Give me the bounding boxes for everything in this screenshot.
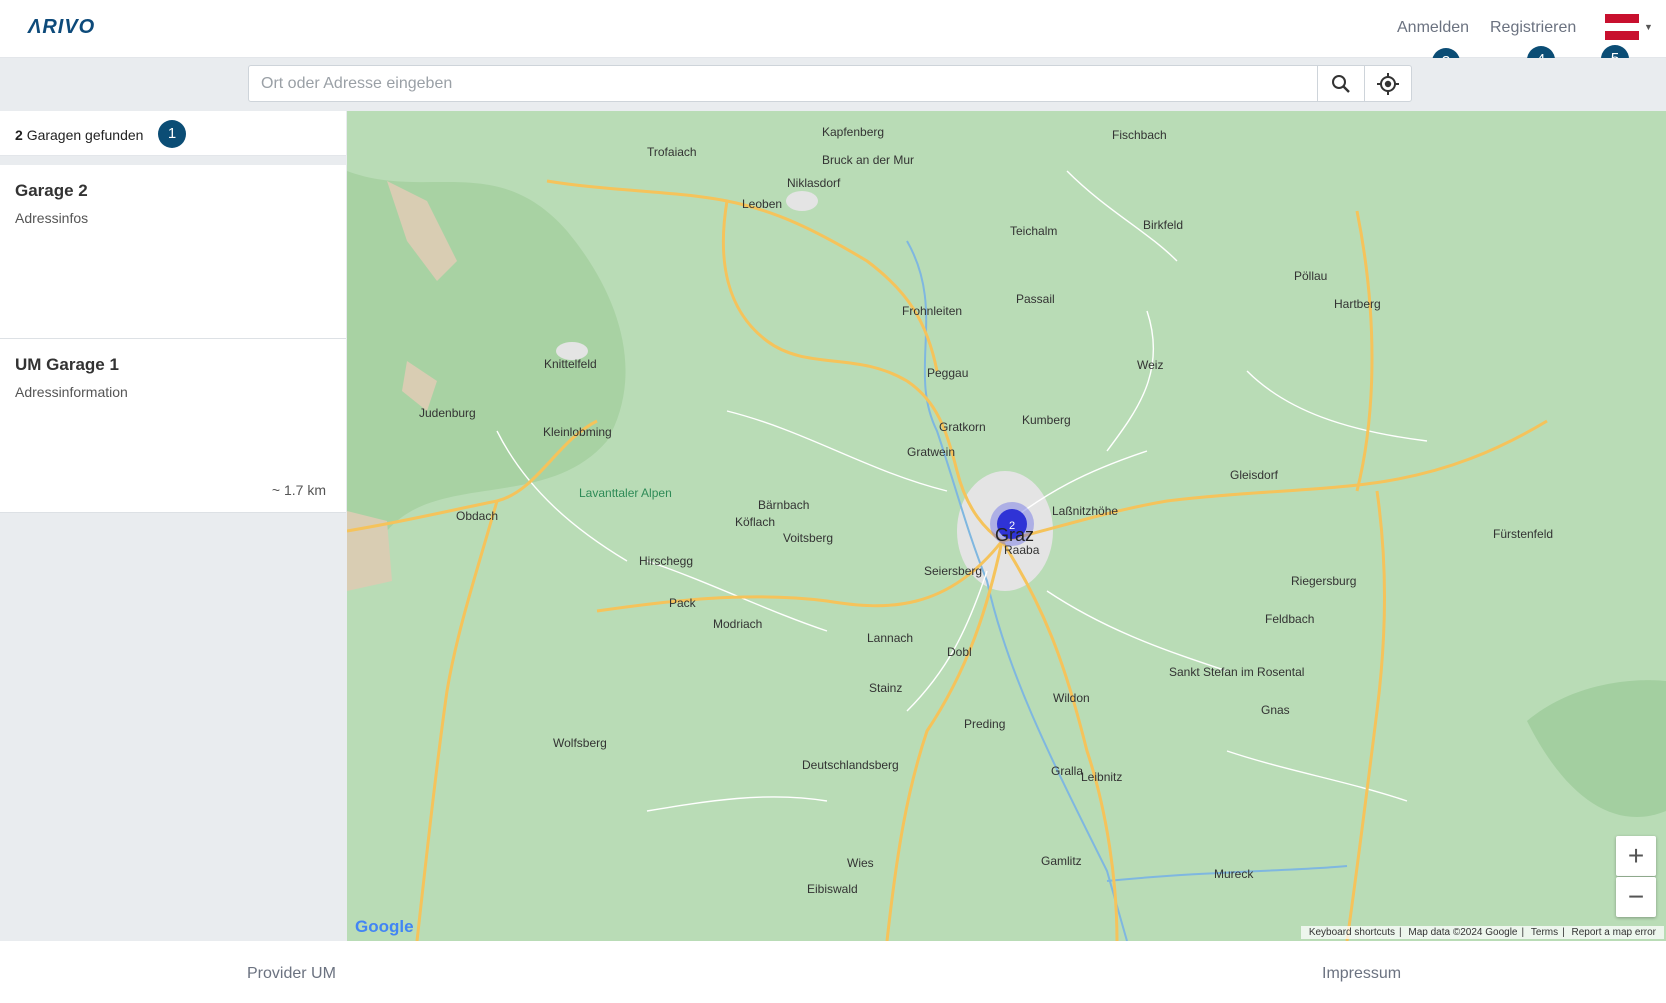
place-label: Mureck	[1214, 867, 1254, 881]
search-icon	[1332, 74, 1350, 93]
garage-title: UM Garage 1	[15, 355, 119, 374]
place-label: Niklasdorf	[787, 176, 841, 190]
place-label: Hirschegg	[639, 554, 693, 568]
map-data-credit: Map data ©2024 Google	[1408, 927, 1518, 938]
place-label: Fischbach	[1112, 128, 1167, 142]
place-label: Kleinlobming	[543, 425, 612, 439]
place-label: Eibiswald	[807, 882, 858, 896]
map-canvas[interactable]: Kapfenberg Bruck an der Mur Leoben Trofa…	[347, 111, 1666, 941]
place-label: Gratwein	[907, 445, 955, 459]
garage-address: Adressinfos	[15, 210, 89, 226]
place-label: Lavanttaler Alpen	[579, 486, 672, 500]
place-label: Voitsberg	[783, 531, 833, 545]
place-label: Stainz	[869, 681, 902, 695]
zoom-out-button[interactable]: −	[1616, 877, 1656, 917]
place-label: Leoben	[742, 197, 782, 211]
place-label: Riegersburg	[1291, 574, 1356, 588]
google-logo-text: Google	[355, 917, 414, 936]
place-label: Gleisdorf	[1230, 468, 1279, 482]
step-badge: 1	[158, 120, 186, 148]
terms-link[interactable]: Terms	[1531, 927, 1558, 938]
place-label: Gratkorn	[939, 420, 986, 434]
chevron-down-icon[interactable]: ▼	[1644, 22, 1653, 32]
garage-distance: ~ 1.7 km	[271, 482, 326, 498]
keyboard-shortcuts-link[interactable]: Keyboard shortcuts	[1309, 927, 1395, 938]
register-link[interactable]: Registrieren	[1490, 19, 1576, 37]
place-label: Passail	[1016, 292, 1055, 306]
place-label: Gralla	[1051, 764, 1083, 778]
place-label: Laßnitzhöhe	[1052, 504, 1118, 518]
place-label: Obdach	[456, 509, 498, 523]
place-label: Pöllau	[1294, 269, 1327, 283]
garage-card[interactable]: Garage 2 Adressinfos	[0, 165, 346, 339]
arivo-logo[interactable]: ΛRIVO	[28, 16, 95, 39]
place-label: Köflach	[735, 515, 775, 529]
place-label: Teichalm	[1010, 224, 1057, 238]
place-label: Sankt Stefan im Rosental	[1169, 665, 1304, 679]
place-label: Dobl	[947, 645, 972, 659]
google-logo: Google	[355, 917, 414, 937]
map-view[interactable]: Kapfenberg Bruck an der Mur Leoben Trofa…	[347, 111, 1666, 941]
place-label: Kumberg	[1022, 413, 1071, 427]
provider-link[interactable]: Provider UM	[247, 965, 336, 983]
place-label: Seiersberg	[924, 564, 982, 578]
place-label: Birkfeld	[1143, 218, 1183, 232]
place-label: Knittelfeld	[544, 357, 597, 371]
urban-area	[786, 191, 818, 211]
place-label: Peggau	[927, 366, 968, 380]
place-label: Kapfenberg	[822, 125, 884, 139]
locate-me-button[interactable]	[1364, 65, 1412, 102]
place-label: Judenburg	[419, 406, 476, 420]
report-error-link[interactable]: Report a map error	[1572, 927, 1656, 938]
place-label: Weiz	[1137, 358, 1163, 372]
place-label: Gnas	[1261, 703, 1290, 717]
place-label: Gamlitz	[1041, 854, 1082, 868]
place-label: Feldbach	[1265, 612, 1314, 626]
place-label: Bruck an der Mur	[822, 153, 914, 167]
results-header: 2 Garagen gefunden 1	[0, 111, 346, 156]
place-label: Wildon	[1053, 691, 1090, 705]
results-count-label: Garagen gefunden	[26, 127, 144, 143]
garage-card[interactable]: UM Garage 1 Adressinformation ~ 1.7 km	[0, 339, 346, 513]
place-label: Hartberg	[1334, 297, 1381, 311]
language-flag-icon[interactable]	[1605, 14, 1639, 40]
place-label: Lannach	[867, 631, 913, 645]
place-label: Deutschlandsberg	[802, 758, 899, 772]
place-label: Leibnitz	[1081, 770, 1122, 784]
results-count: 2	[15, 127, 23, 143]
garage-title: Garage 2	[15, 181, 88, 200]
login-link[interactable]: Anmelden	[1397, 19, 1469, 37]
city-label: Graz	[995, 525, 1034, 545]
imprint-link[interactable]: Impressum	[1322, 965, 1401, 983]
place-label: Modriach	[713, 617, 762, 631]
place-label: Pack	[669, 596, 697, 610]
place-label: Trofaiach	[647, 145, 697, 159]
place-label: Wolfsberg	[553, 736, 607, 750]
results-count-text: 2 Garagen gefunden	[15, 127, 143, 143]
crosshair-icon	[1377, 72, 1399, 95]
map-attribution: Keyboard shortcuts | Map data ©2024 Googl…	[1300, 926, 1664, 939]
footer: Provider UM Impressum	[0, 941, 1666, 1003]
address-search-input[interactable]	[248, 65, 1318, 102]
flag-stripe	[1605, 22, 1639, 32]
flag-stripe	[1605, 14, 1639, 23]
place-label: Wies	[847, 856, 874, 870]
search-button[interactable]	[1317, 65, 1365, 102]
place-label: Preding	[964, 717, 1005, 731]
place-label: Frohnleiten	[902, 304, 962, 318]
zoom-in-button[interactable]: +	[1616, 836, 1656, 876]
garage-address: Adressinformation	[15, 384, 128, 400]
place-label: Bärnbach	[758, 498, 809, 512]
top-navbar: ΛRIVO Anmelden Registrieren ▼	[0, 0, 1666, 58]
place-label: Fürstenfeld	[1493, 527, 1553, 541]
flag-stripe	[1605, 31, 1639, 40]
